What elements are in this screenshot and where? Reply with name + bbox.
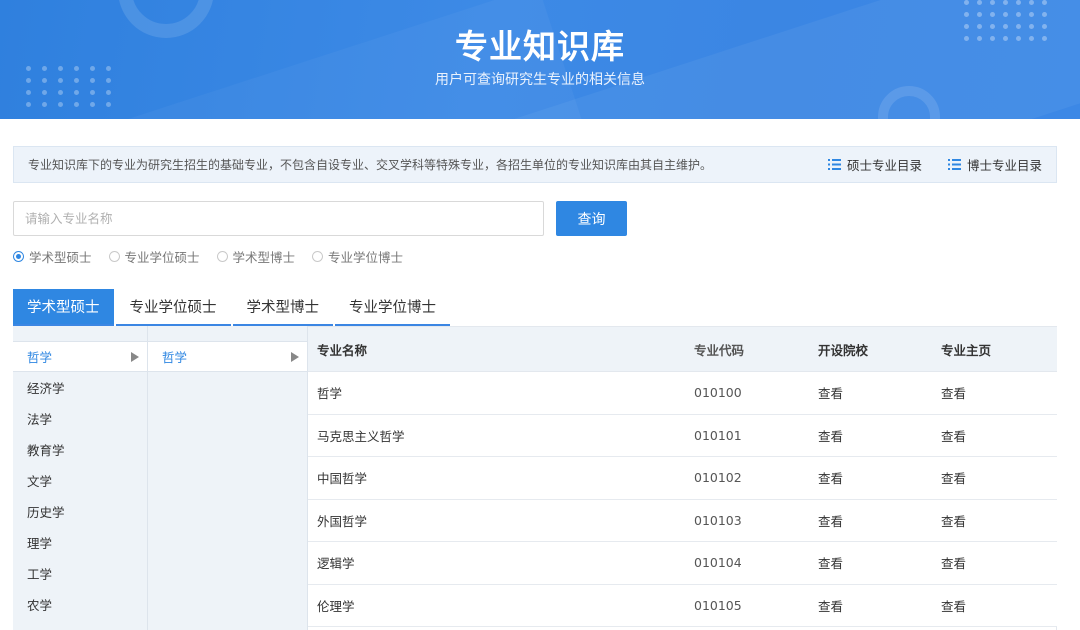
- view-schools-link[interactable]: 查看: [808, 596, 932, 615]
- notice-bar: 专业知识库下的专业为研究生招生的基础专业，不包含自设专业、交叉学科等特殊专业，各…: [13, 146, 1057, 183]
- category-item[interactable]: 理学: [13, 527, 147, 558]
- table-row: 哲学 010100 查看 查看: [308, 372, 1057, 415]
- category-item[interactable]: 文学: [13, 465, 147, 496]
- table-row: 逻辑学 010104 查看 查看: [308, 542, 1057, 585]
- list-icon: [947, 159, 961, 170]
- table-header: 专业名称 专业代码 开设院校 专业主页: [308, 327, 1057, 372]
- major-name: 外国哲学: [317, 513, 368, 529]
- page-banner: 专业知识库 用户可查询研究生专业的相关信息: [0, 0, 1080, 119]
- tab-academic-doctor[interactable]: 学术型博士: [232, 289, 333, 326]
- view-homepage-link[interactable]: 查看: [932, 553, 1057, 572]
- column-header-name: 专业名称: [317, 342, 368, 358]
- radio-academic-doctor[interactable]: 学术型博士: [216, 247, 296, 266]
- view-schools-link[interactable]: 查看: [808, 383, 932, 402]
- table-row: 伦理学 010105 查看 查看: [308, 584, 1057, 627]
- category-item[interactable]: 历史学: [13, 496, 147, 527]
- major-code: 010103: [694, 512, 742, 528]
- radio-label: 专业学位博士: [328, 250, 404, 265]
- table-row: 马克思主义哲学 010101 查看 查看: [308, 414, 1057, 457]
- doctor-catalog-link[interactable]: 博士专业目录: [947, 155, 1042, 174]
- degree-tabs: 学术型硕士 专业学位硕士 学术型博士 专业学位博士: [13, 289, 452, 326]
- master-catalog-link[interactable]: 硕士专业目录: [827, 155, 922, 174]
- table-row: 中国哲学 010102 查看 查看: [308, 457, 1057, 500]
- list-icon: [827, 159, 841, 170]
- view-schools-link[interactable]: 查看: [808, 426, 932, 445]
- radio-academic-master[interactable]: 学术型硕士: [13, 247, 92, 266]
- radio-dot: [13, 251, 24, 262]
- column-header-code: 专业代码: [694, 342, 745, 358]
- tab-professional-master[interactable]: 专业学位硕士: [115, 289, 231, 326]
- view-schools-link[interactable]: 查看: [808, 553, 932, 572]
- page-title: 专业知识库: [455, 27, 625, 66]
- subcategory-item[interactable]: 哲学: [148, 341, 307, 372]
- category-item[interactable]: 法学: [13, 403, 147, 434]
- view-schools-link[interactable]: 查看: [808, 468, 932, 487]
- search-button[interactable]: 查询: [556, 201, 627, 236]
- view-schools-link[interactable]: 查看: [808, 511, 932, 530]
- category-item[interactable]: 教育学: [13, 434, 147, 465]
- major-code: 010104: [694, 555, 742, 571]
- major-name: 马克思主义哲学: [317, 428, 405, 444]
- major-name: 伦理学: [317, 598, 355, 614]
- master-catalog-label: 硕士专业目录: [846, 158, 922, 173]
- category-item[interactable]: 医学: [13, 620, 147, 630]
- radio-dot: [216, 251, 228, 262]
- table-row: 外国哲学 010103 查看 查看: [308, 499, 1057, 542]
- major-name: 逻辑学: [317, 556, 355, 572]
- triangle-right-icon: [291, 352, 299, 362]
- category-label: 哲学: [27, 350, 53, 365]
- column-header-school: 开设院校: [818, 342, 869, 358]
- category-item[interactable]: 经济学: [13, 372, 147, 403]
- radio-label: 学术型博士: [232, 250, 296, 265]
- category-item[interactable]: 哲学: [13, 341, 147, 372]
- subcategory-label: 哲学: [162, 350, 188, 365]
- page-subtitle: 用户可查询研究生专业的相关信息: [435, 72, 645, 88]
- column-header-page: 专业主页: [941, 342, 992, 358]
- category-item[interactable]: 工学: [13, 558, 147, 589]
- major-code: 010105: [694, 597, 742, 613]
- radio-label: 学术型硕士: [29, 250, 92, 265]
- triangle-right-icon: [131, 352, 139, 362]
- view-homepage-link[interactable]: 查看: [932, 383, 1057, 402]
- view-homepage-link[interactable]: 查看: [932, 511, 1057, 530]
- major-name: 中国哲学: [317, 471, 368, 487]
- radio-professional-doctor[interactable]: 专业学位博士: [312, 247, 403, 266]
- view-homepage-link[interactable]: 查看: [932, 596, 1057, 615]
- view-homepage-link[interactable]: 查看: [932, 468, 1057, 487]
- major-table: 专业名称 专业代码 开设院校 专业主页 哲学 010100 查看 查看 马克思主…: [308, 327, 1057, 627]
- major-code: 010100: [694, 385, 742, 401]
- notice-text: 专业知识库下的专业为研究生招生的基础专业，不包含自设专业、交叉学科等特殊专业，各…: [28, 158, 713, 172]
- radio-dot: [108, 251, 120, 262]
- major-name: 哲学: [317, 386, 343, 402]
- tab-professional-doctor[interactable]: 专业学位博士: [335, 289, 450, 326]
- radio-professional-master[interactable]: 专业学位硕士: [108, 247, 200, 266]
- search-input[interactable]: [13, 201, 544, 236]
- category-column: 哲学 经济学 法学 教育学 文学 历史学 理学 工学 农学 医学: [13, 326, 148, 630]
- tab-academic-master[interactable]: 学术型硕士: [13, 289, 114, 326]
- radio-dot: [312, 251, 324, 262]
- subcategory-column: 哲学: [148, 326, 308, 630]
- radio-label: 专业学位硕士: [124, 250, 200, 265]
- major-code: 010101: [694, 427, 742, 443]
- category-item[interactable]: 农学: [13, 589, 147, 620]
- view-homepage-link[interactable]: 查看: [932, 426, 1057, 445]
- degree-type-radio-group: 学术型硕士 专业学位硕士 学术型博士 专业学位博士: [13, 247, 403, 266]
- major-code: 010102: [694, 470, 742, 486]
- doctor-catalog-label: 博士专业目录: [966, 158, 1042, 173]
